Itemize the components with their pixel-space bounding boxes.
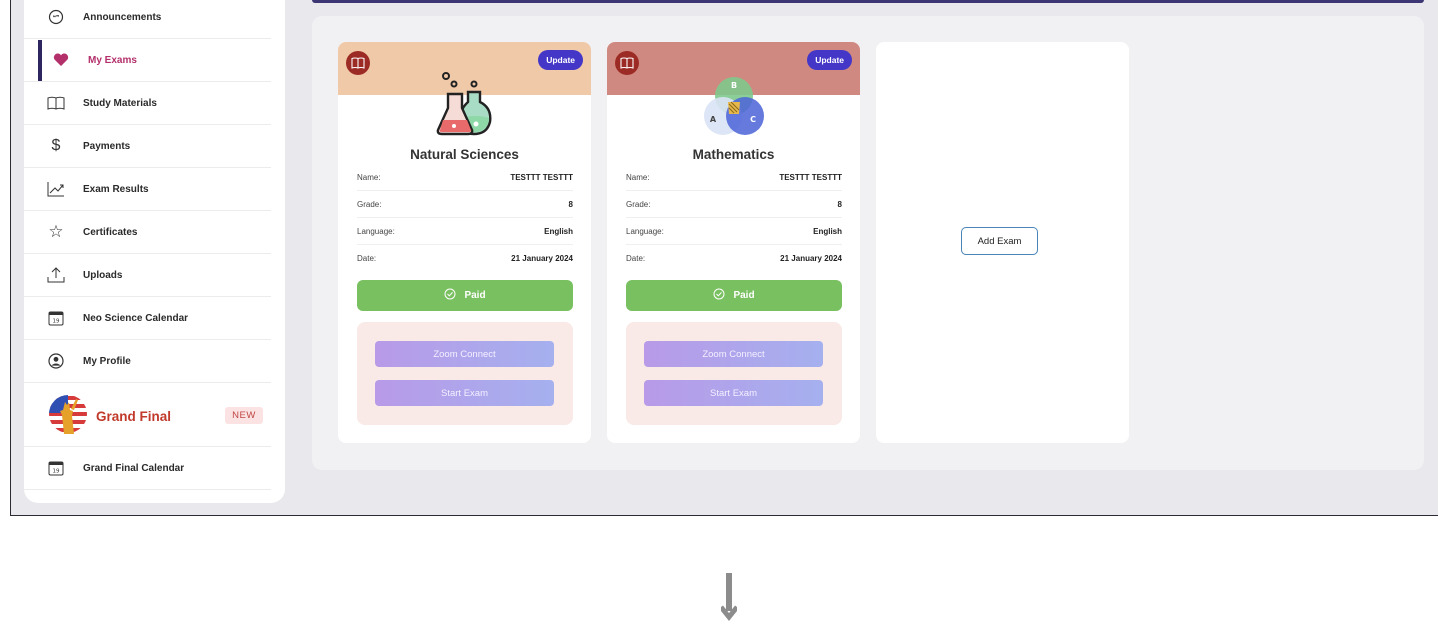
svg-text:A: A (709, 115, 716, 124)
grand-final-label: Grand Final (96, 409, 172, 424)
sidebar-item-grand-final[interactable]: Grand Final NEW (24, 383, 271, 447)
info-row-name: Name: TESTTT TESTTT (626, 164, 842, 191)
upload-icon (46, 265, 66, 285)
megaphone-icon: ❝❞ (46, 7, 66, 27)
sidebar-item-label: Certificates (83, 226, 138, 238)
svg-text:19: 19 (53, 319, 60, 325)
sidebar-item-label: Payments (83, 140, 131, 152)
dollar-icon: $ (51, 137, 61, 154)
sidebar-item-payments[interactable]: $ Payments (24, 125, 271, 168)
sidebar-item-label: Grand Final Calendar (83, 462, 185, 474)
start-exam-button[interactable]: Start Exam (375, 380, 554, 406)
arrow-down-icon (719, 573, 739, 630)
exam-card-mathematics: Update B A C Mathematics Name: TESTTT TES… (607, 42, 860, 443)
paid-label: Paid (464, 290, 486, 301)
sidebar: ❝❞ Announcements My Exams Study Material… (24, 0, 285, 503)
calendar-icon: 19 (46, 458, 66, 478)
add-exam-button[interactable]: Add Exam (961, 227, 1038, 255)
info-row-grade: Grade: 8 (626, 191, 842, 218)
sidebar-item-label: Study Materials (83, 97, 157, 109)
paid-status-button[interactable]: Paid (357, 280, 573, 311)
sidebar-item-label: Announcements (83, 11, 162, 23)
sidebar-item-exam-results[interactable]: Exam Results (24, 168, 271, 211)
svg-text:❝❞: ❝❞ (53, 15, 59, 22)
sidebar-item-grand-final-calendar[interactable]: 19 Grand Final Calendar (24, 447, 271, 490)
sidebar-item-label: Exam Results (83, 183, 149, 195)
sidebar-item-label: Uploads (83, 269, 123, 281)
subject-title: Natural Sciences (410, 147, 519, 162)
paid-label: Paid (733, 290, 755, 301)
update-button[interactable]: Update (807, 50, 852, 70)
book-icon (46, 93, 66, 113)
info-row-language: Language: English (626, 218, 842, 245)
venn-diagram-icon: B A C (701, 74, 767, 145)
add-exam-card: Add Exam (876, 42, 1129, 443)
svg-text:C: C (750, 115, 756, 124)
exam-actions-panel: Zoom Connect Start Exam (357, 322, 573, 425)
info-row-name: Name: TESTTT TESTTT (357, 164, 573, 191)
sidebar-item-label: Neo Science Calendar (83, 312, 189, 324)
svg-text:B: B (730, 81, 736, 90)
check-circle-icon (713, 288, 725, 303)
sidebar-item-uploads[interactable]: Uploads (24, 254, 271, 297)
user-circle-icon (46, 351, 66, 371)
info-row-date: Date: 21 January 2024 (357, 254, 573, 263)
book-icon (615, 51, 639, 75)
exam-actions-panel: Zoom Connect Start Exam (626, 322, 842, 425)
sidebar-item-label: My Profile (83, 355, 131, 367)
flask-icon (432, 70, 498, 143)
check-circle-icon (444, 288, 456, 303)
new-badge: NEW (225, 407, 263, 424)
sidebar-item-announcements[interactable]: ❝❞ Announcements (24, 0, 271, 39)
sidebar-item-neo-science-calendar[interactable]: 19 Neo Science Calendar (24, 297, 271, 340)
start-exam-button[interactable]: Start Exam (644, 380, 823, 406)
info-row-grade: Grade: 8 (357, 191, 573, 218)
book-icon (346, 51, 370, 75)
calendar-icon: 19 (46, 308, 66, 328)
info-row-date: Date: 21 January 2024 (626, 254, 842, 263)
star-icon: ☆ (48, 222, 64, 241)
exam-card-natural-sciences: Update Natural Sciences Name: TESTTT TEST… (338, 42, 591, 443)
sidebar-item-certificates[interactable]: ☆ Certificates (24, 211, 271, 254)
top-header-bar (312, 0, 1424, 3)
sidebar-item-my-exams[interactable]: My Exams (24, 39, 271, 82)
svg-text:19: 19 (53, 469, 60, 475)
chart-line-icon (46, 179, 66, 199)
sidebar-item-my-profile[interactable]: My Profile (24, 340, 271, 383)
subject-title: Mathematics (692, 147, 775, 162)
sidebar-item-label: My Exams (88, 54, 137, 66)
zoom-connect-button[interactable]: Zoom Connect (644, 341, 823, 367)
info-row-language: Language: English (357, 218, 573, 245)
liberty-flag-icon (48, 393, 90, 440)
zoom-connect-button[interactable]: Zoom Connect (375, 341, 554, 367)
heart-icon (51, 50, 71, 70)
paid-status-button[interactable]: Paid (626, 280, 842, 311)
update-button[interactable]: Update (538, 50, 583, 70)
sidebar-item-study-materials[interactable]: Study Materials (24, 82, 271, 125)
